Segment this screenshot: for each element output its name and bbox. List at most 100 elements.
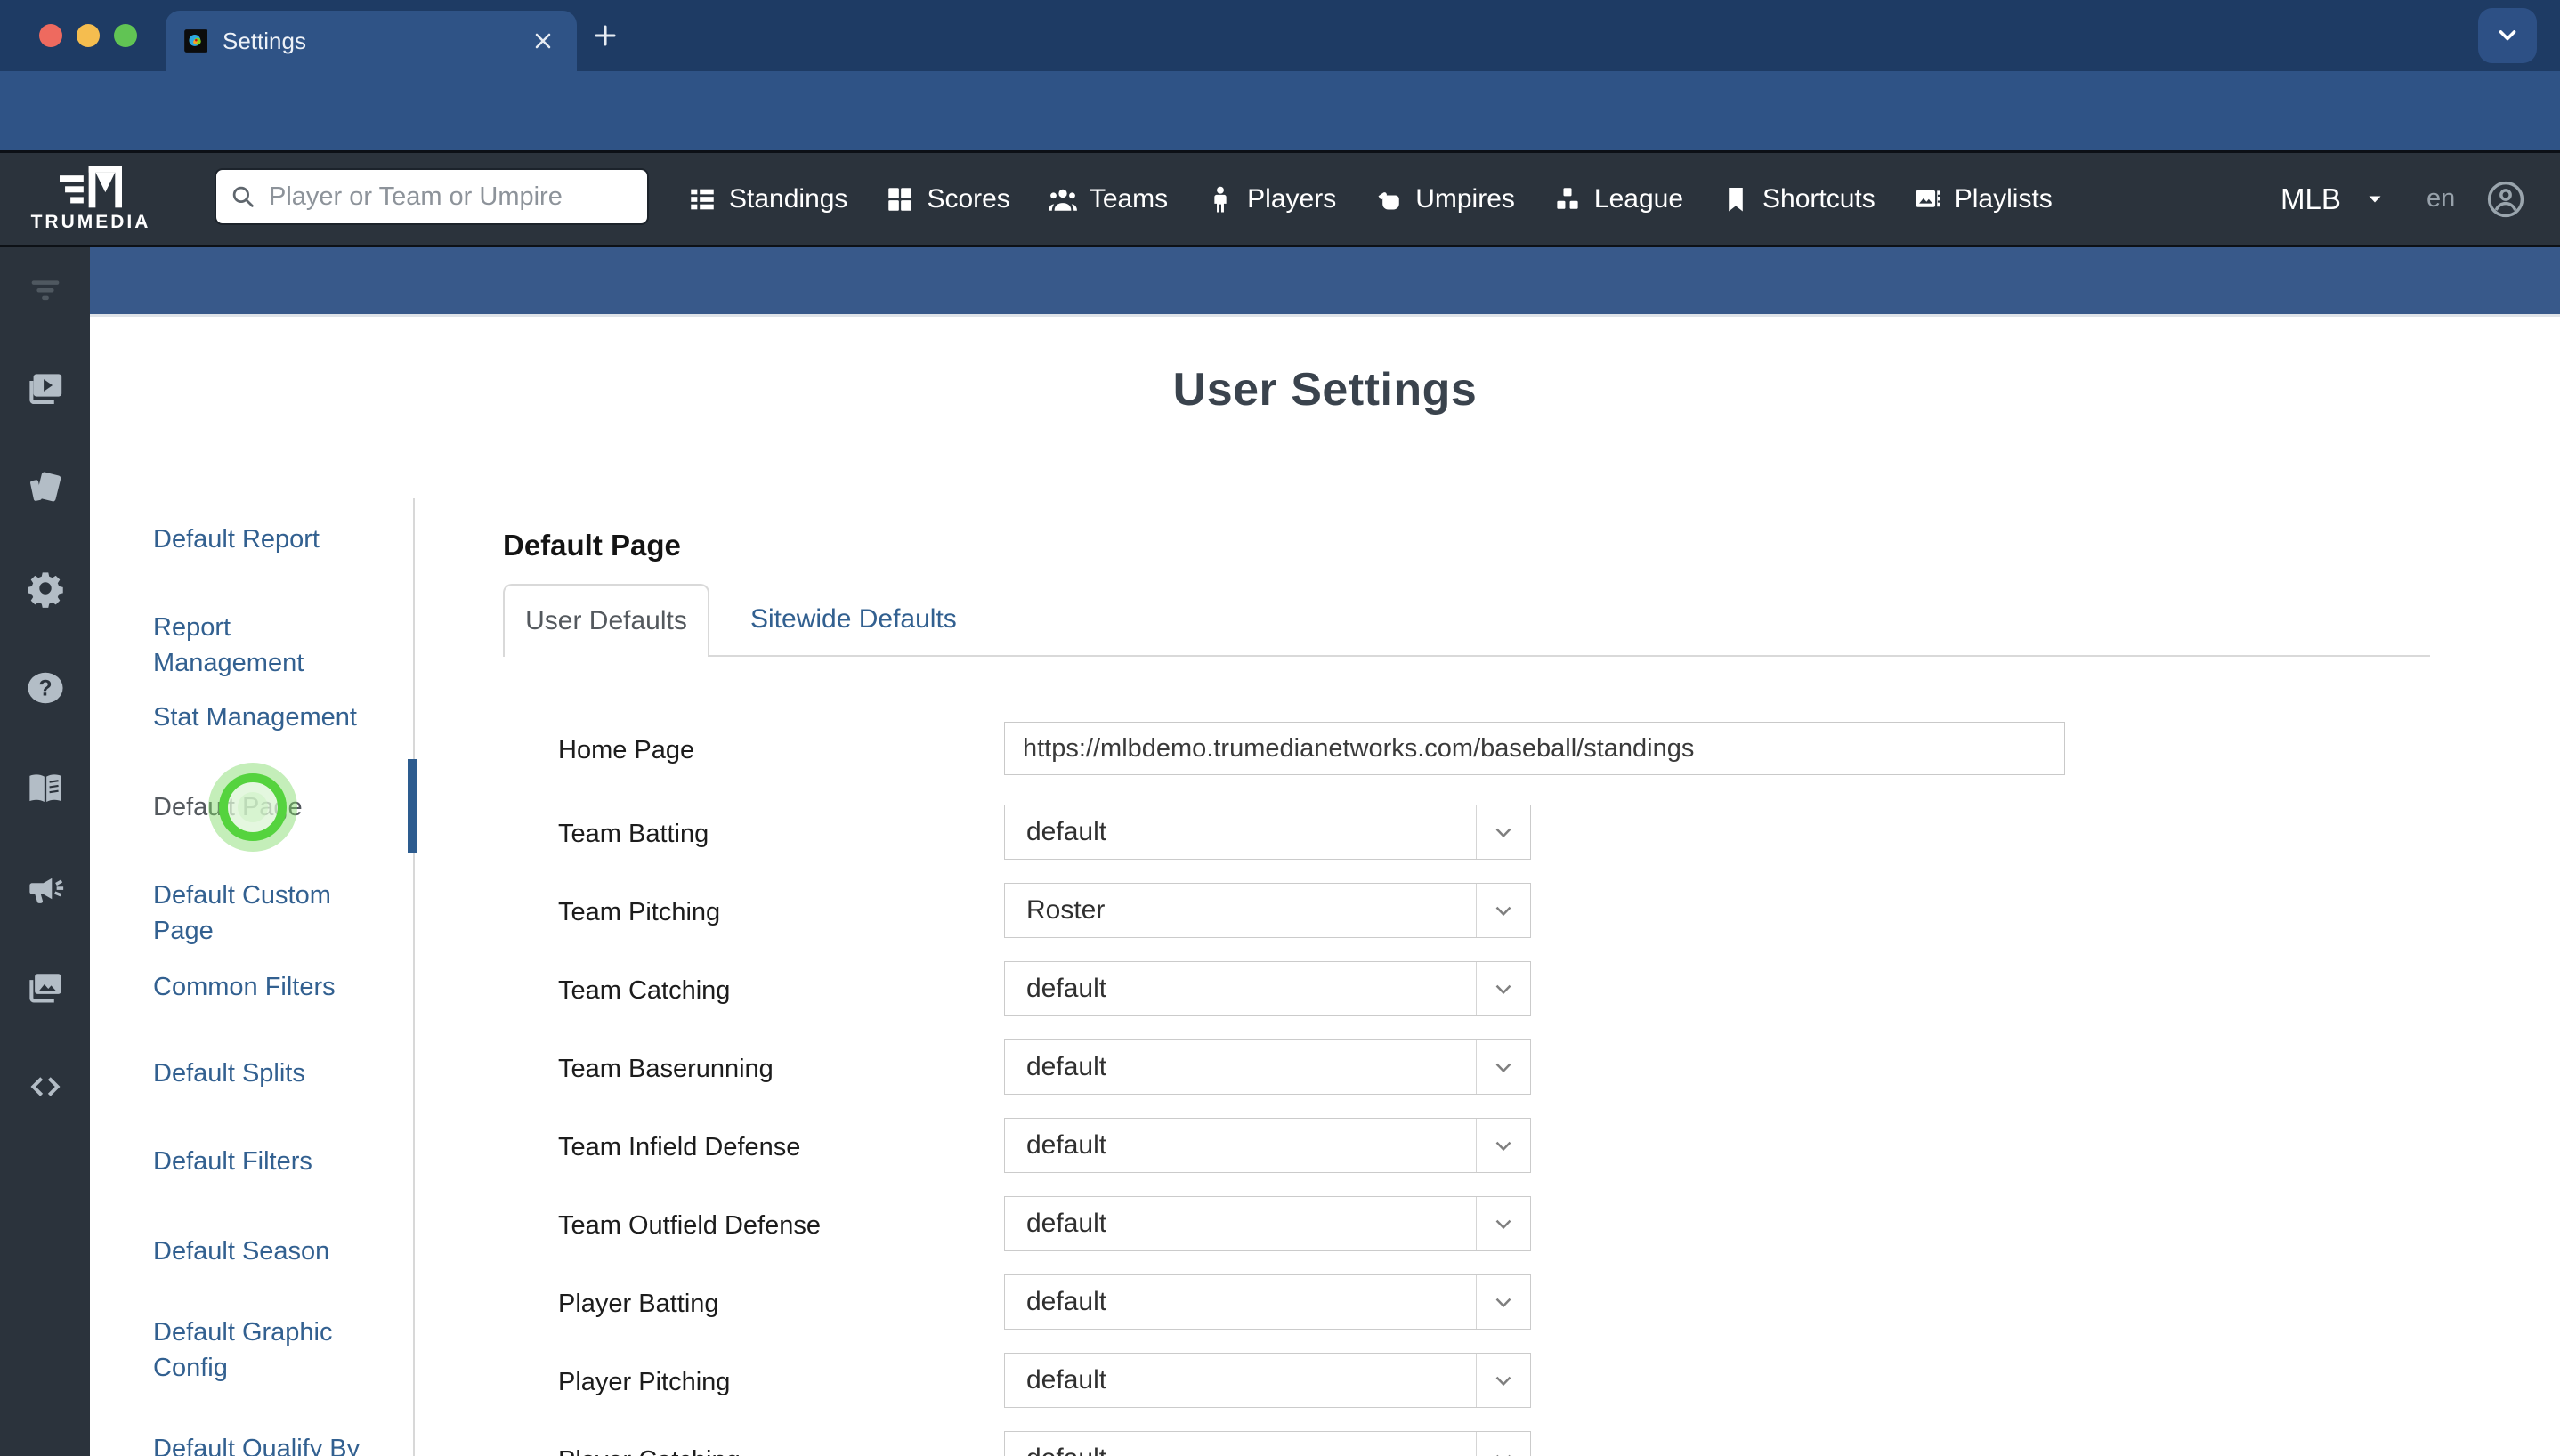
select-team-batting[interactable]: default [1004, 805, 1531, 860]
select-caret-cell[interactable] [1476, 1432, 1530, 1456]
select-caret-cell[interactable] [1476, 1040, 1530, 1094]
account-icon[interactable] [2485, 179, 2526, 220]
nav-item-standings[interactable]: Standings [687, 184, 847, 214]
tab-title: Settings [223, 27, 306, 54]
select-value: default [1026, 1287, 1107, 1316]
select-team-baserunning[interactable]: default [1004, 1039, 1531, 1095]
sidebar-item-stat-management[interactable]: Stat Management [153, 700, 380, 735]
league-picker[interactable]: MLB [2281, 153, 2386, 245]
nav-item-label: Standings [729, 183, 848, 214]
video-library-icon[interactable] [25, 368, 66, 409]
caret-down-icon [2364, 189, 2386, 210]
cards-icon[interactable] [25, 467, 66, 508]
select-caret-cell[interactable] [1476, 962, 1530, 1015]
gallery-icon[interactable] [25, 967, 66, 1008]
select-player-pitching[interactable]: default [1004, 1353, 1531, 1408]
chevron-down-icon [1490, 1132, 1517, 1159]
sidebar-item-default-graphic-config[interactable]: Default Graphic Config [153, 1314, 380, 1386]
chevron-down-icon [2495, 23, 2520, 48]
search-icon [230, 183, 256, 210]
select-value: Roster [1026, 895, 1106, 925]
field-label-team-infield-defense: Team Infield Defense [558, 1133, 801, 1161]
nav-item-league[interactable]: League [1552, 184, 1683, 214]
sidebar-item-default-page[interactable]: Default Page [153, 789, 380, 825]
chevron-down-icon [1490, 1289, 1517, 1315]
select-player-catching[interactable]: default [1004, 1431, 1531, 1456]
search-input[interactable] [267, 181, 627, 213]
sidebar-item-default-custom-page[interactable]: Default Custom Page [153, 878, 380, 949]
minimize-window-button[interactable] [77, 24, 100, 47]
select-team-pitching[interactable]: Roster [1004, 883, 1531, 938]
select-team-catching[interactable]: default [1004, 961, 1531, 1016]
select-value: default [1026, 1052, 1107, 1081]
nav-item-teams[interactable]: Teams [1048, 184, 1168, 214]
tab-user-defaults[interactable]: User Defaults [503, 584, 709, 657]
code-icon[interactable] [25, 1066, 66, 1107]
browser-tab-settings[interactable]: Settings [166, 11, 577, 71]
select-value: default [1026, 1365, 1107, 1395]
scores-icon [885, 184, 915, 214]
sidebar-item-default-report[interactable]: Default Report [153, 522, 380, 557]
new-tab-button[interactable] [591, 21, 620, 50]
site-nav-bar: TRUMEDIA Standings Scores Teams Players Umpi… [0, 153, 2560, 245]
select-caret-cell[interactable] [1476, 1197, 1530, 1250]
zoom-window-button[interactable] [114, 24, 137, 47]
select-caret-cell[interactable] [1476, 884, 1530, 937]
field-label-player-pitching: Player Pitching [558, 1368, 731, 1396]
tab-close-icon[interactable] [531, 28, 555, 53]
tab-sitewide-defaults[interactable]: Sitewide Defaults [741, 584, 966, 655]
home-page-input[interactable] [1004, 722, 2065, 775]
nav-item-playlists[interactable]: Playlists [1913, 184, 2053, 214]
nav-item-umpires[interactable]: Umpires [1373, 184, 1515, 214]
primary-nav: Standings Scores Teams Players Umpires League… [687, 153, 2053, 245]
global-search[interactable] [215, 168, 649, 225]
select-value: default [1026, 974, 1107, 1003]
sidebar-item-common-filters[interactable]: Common Filters [153, 969, 380, 1005]
nav-item-label: League [1593, 183, 1684, 214]
nav-item-label: Umpires [1415, 183, 1515, 214]
nav-item-scores[interactable]: Scores [885, 183, 1010, 214]
select-player-batting[interactable]: default [1004, 1274, 1531, 1330]
select-caret-cell[interactable] [1476, 805, 1530, 859]
locale-label[interactable]: en [2426, 153, 2455, 245]
select-value: default [1005, 1444, 1476, 1456]
players-icon [1205, 184, 1235, 214]
select-caret-cell[interactable] [1476, 1119, 1530, 1172]
filter-icon[interactable] [25, 269, 66, 310]
nav-item-label: Players [1247, 183, 1337, 214]
standings-icon [687, 184, 717, 214]
field-label-team-baserunning: Team Baserunning [558, 1055, 774, 1083]
gear-icon[interactable] [25, 568, 66, 609]
select-caret-cell[interactable] [1476, 1275, 1530, 1329]
tab-search-button[interactable] [2478, 8, 2537, 63]
sidebar-item-default-season[interactable]: Default Season [153, 1234, 380, 1269]
select-team-outfield-defense[interactable]: default [1004, 1196, 1531, 1251]
svg-text:?: ? [38, 675, 52, 700]
select-value: default [1026, 817, 1107, 846]
select-team-infield-defense[interactable]: default [1004, 1118, 1531, 1173]
close-window-button[interactable] [39, 24, 62, 47]
sidebar-item-default-filters[interactable]: Default Filters [153, 1144, 380, 1179]
teams-icon [1048, 184, 1078, 214]
browser-tab-bar: Settings [0, 0, 2560, 71]
book-icon[interactable] [25, 768, 66, 809]
megaphone-icon[interactable] [25, 868, 66, 909]
select-caret-cell[interactable] [1476, 1354, 1530, 1407]
nav-item-players[interactable]: Players [1205, 184, 1336, 214]
help-icon[interactable]: ? [25, 667, 66, 708]
chevron-down-icon [1490, 1054, 1517, 1080]
nav-item-label: Teams [1089, 183, 1169, 214]
sidebar-item-report-management[interactable]: Report Management [153, 610, 380, 681]
brand-name: TRUMEDIA [30, 212, 151, 232]
sidebar-item-default-qualify-by[interactable]: Default Qualify By [153, 1431, 380, 1456]
field-label-player-batting: Player Batting [558, 1290, 719, 1318]
sidebar-item-default-splits[interactable]: Default Splits [153, 1056, 380, 1091]
select-value: default [1026, 1209, 1107, 1238]
field-label-team-batting: Team Batting [558, 820, 709, 848]
field-label-team-catching: Team Catching [558, 976, 731, 1005]
nav-item-shortcuts[interactable]: Shortcuts [1721, 184, 1875, 214]
nav-item-label: Scores [927, 183, 1010, 214]
chevron-down-icon [1490, 819, 1517, 845]
trumedia-logo[interactable] [52, 162, 130, 212]
settings-page: User Settings Default Report Report Manag… [90, 317, 2560, 1456]
